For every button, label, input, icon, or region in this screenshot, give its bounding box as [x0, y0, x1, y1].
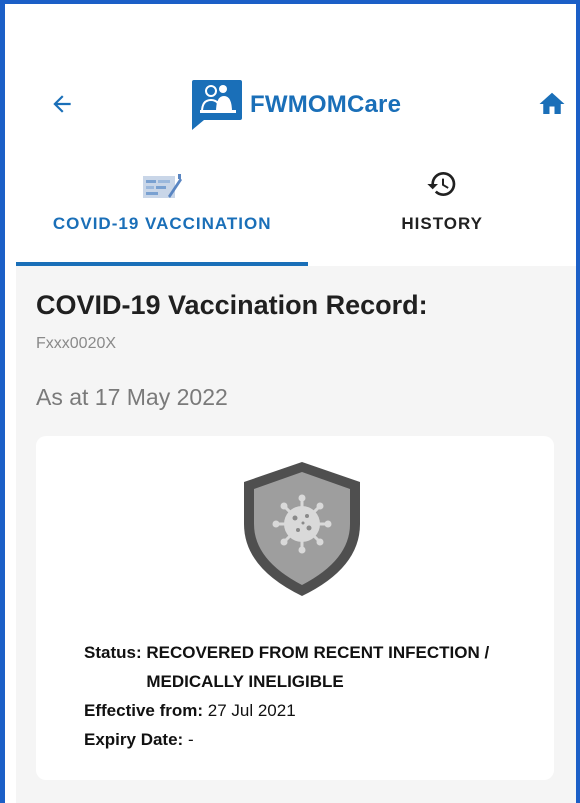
effective-row: Effective from: 27 Jul 2021	[84, 696, 544, 725]
app-screen: FWMOMCare COVID-19 VACCINATION HISTORY C…	[16, 4, 576, 803]
fin-number: Fxxx0020X	[36, 335, 117, 352]
tab-label: HISTORY	[401, 214, 483, 233]
tab-bar: COVID-19 VACCINATION HISTORY	[16, 164, 576, 266]
expiry-row: Expiry Date: -	[84, 725, 544, 754]
expiry-label: Expiry Date:	[84, 730, 188, 749]
brand: FWMOMCare	[188, 78, 401, 132]
status-label: Status:	[84, 643, 147, 662]
brand-logo-icon	[192, 80, 242, 130]
vaccination-record-icon	[143, 174, 183, 198]
status-details: Status: RECOVERED FROM RECENT INFECTION …	[84, 638, 544, 754]
page-title: COVID-19 Vaccination Record:	[36, 290, 428, 320]
status-card: Status: RECOVERED FROM RECENT INFECTION …	[36, 436, 554, 780]
effective-value: 27 Jul 2021	[207, 701, 296, 720]
tab-covid-vaccination[interactable]: COVID-19 VACCINATION	[16, 164, 309, 266]
back-button[interactable]	[42, 84, 82, 124]
virus-shield-icon	[244, 462, 360, 596]
history-icon	[427, 172, 456, 197]
app-frame: FWMOMCare COVID-19 VACCINATION HISTORY C…	[0, 0, 580, 803]
effective-label: Effective from:	[84, 701, 208, 720]
arrow-left-icon	[53, 95, 71, 113]
tab-label: COVID-19 VACCINATION	[52, 214, 272, 233]
status-row: Status: RECOVERED FROM RECENT INFECTION …	[84, 638, 544, 696]
record-content: COVID-19 Vaccination Record: Fxxx0020X A…	[16, 266, 576, 803]
home-button[interactable]	[530, 84, 574, 124]
tab-history[interactable]: HISTORY	[308, 164, 576, 266]
brand-name: FWMOMCare	[250, 91, 402, 118]
home-icon	[539, 92, 565, 114]
app-header: FWMOMCare	[16, 62, 576, 142]
as-at-date: As at 17 May 2022	[36, 384, 228, 410]
status-value: RECOVERED FROM RECENT INFECTION / MEDICA…	[146, 643, 490, 691]
expiry-value: -	[187, 730, 194, 749]
